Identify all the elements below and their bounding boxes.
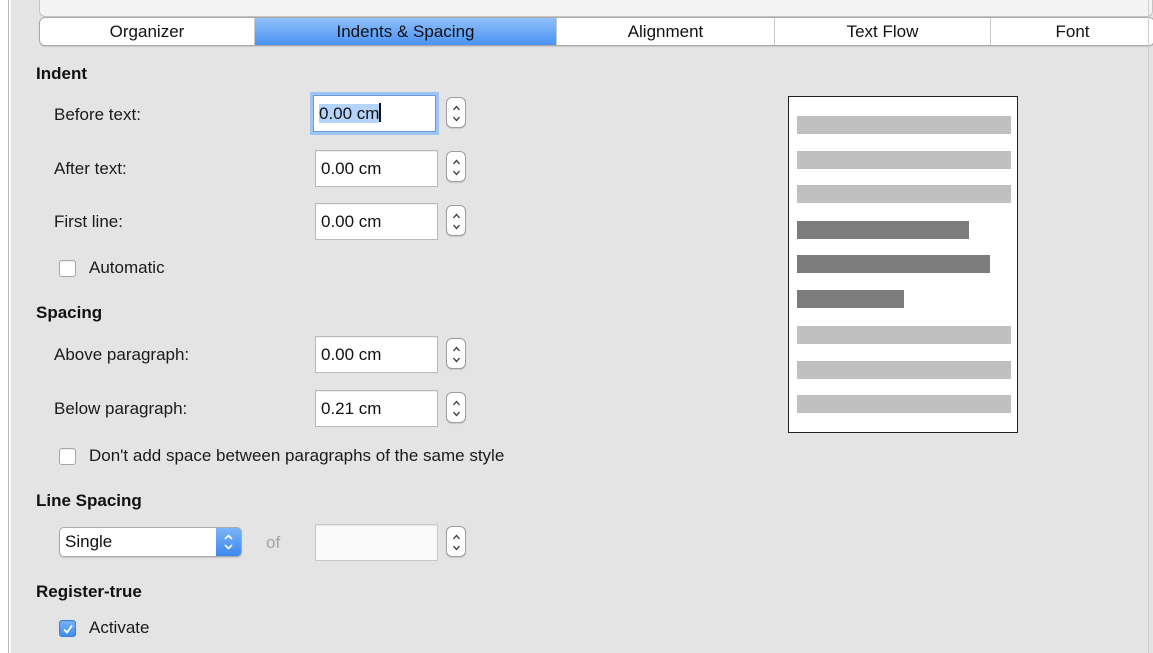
checkmark-icon [63, 624, 73, 634]
below-paragraph-stepper[interactable] [446, 392, 466, 423]
tab-text-flow[interactable]: Text Flow [775, 18, 991, 45]
previous-tab-row [39, 0, 1153, 17]
stepper-arrows-icon [453, 400, 460, 417]
stepper-arrows-icon [453, 159, 460, 176]
register-true-section-title: Register-true [36, 582, 142, 601]
line-spacing-of-stepper[interactable] [446, 526, 466, 557]
preview-current-paragraph-line [797, 290, 904, 308]
tab-bar: Organizer Indents & Spacing Alignment Te… [39, 17, 1153, 46]
dont-add-space-label: Don't add space between paragraphs of th… [89, 446, 505, 465]
preview-current-paragraph-line [797, 221, 969, 239]
preview-line [797, 151, 1011, 169]
window-edge [0, 0, 11, 653]
indent-section-title: Indent [36, 64, 87, 83]
stepper-arrows-icon [453, 346, 460, 363]
tab-indents-spacing[interactable]: Indents & Spacing [255, 18, 557, 45]
tab-organizer[interactable]: Organizer [40, 18, 255, 45]
dont-add-space-checkbox[interactable] [59, 448, 76, 465]
preview-line [797, 116, 1011, 134]
first-line-field[interactable]: 0.00 cm [315, 203, 438, 240]
stepper-arrows-icon [453, 534, 460, 551]
above-paragraph-field[interactable]: 0.00 cm [315, 336, 438, 373]
above-paragraph-stepper[interactable] [446, 338, 466, 369]
first-line-label: First line: [54, 212, 123, 231]
automatic-label: Automatic [89, 258, 165, 277]
tab-font[interactable]: Font [991, 18, 1153, 45]
select-arrows-icon [216, 528, 241, 556]
activate-label: Activate [89, 618, 150, 637]
before-text-value: 0.00 cm [319, 104, 380, 123]
before-text-stepper[interactable] [446, 97, 466, 128]
preview-line [797, 395, 1011, 413]
paragraph-preview [788, 96, 1018, 433]
after-text-label: After text: [54, 159, 127, 178]
first-line-stepper[interactable] [446, 205, 466, 236]
line-spacing-of-field[interactable] [315, 524, 438, 561]
before-text-field[interactable]: 0.00 cm [313, 95, 436, 132]
after-text-field[interactable]: 0.00 cm [315, 150, 438, 187]
preview-current-paragraph-line [797, 255, 990, 273]
line-spacing-select[interactable]: Single [59, 527, 242, 557]
line-spacing-selected: Single [65, 532, 113, 551]
line-spacing-section-title: Line Spacing [36, 491, 142, 510]
below-paragraph-label: Below paragraph: [54, 399, 188, 418]
before-text-label: Before text: [54, 105, 141, 124]
automatic-checkbox[interactable] [59, 260, 76, 277]
tab-alignment[interactable]: Alignment [557, 18, 775, 45]
stepper-arrows-icon [453, 105, 460, 122]
paragraph-style-dialog: Organizer Indents & Spacing Alignment Te… [11, 0, 1153, 653]
preview-line [797, 326, 1011, 344]
above-paragraph-label: Above paragraph: [54, 345, 190, 364]
stepper-arrows-icon [453, 213, 460, 230]
spacing-section-title: Spacing [36, 303, 103, 322]
after-text-stepper[interactable] [446, 151, 466, 182]
activate-checkbox[interactable] [59, 620, 76, 637]
of-label: of [266, 533, 281, 552]
text-caret [379, 103, 382, 122]
preview-line [797, 361, 1011, 379]
preview-line [797, 185, 1011, 203]
below-paragraph-field[interactable]: 0.21 cm [315, 390, 438, 427]
